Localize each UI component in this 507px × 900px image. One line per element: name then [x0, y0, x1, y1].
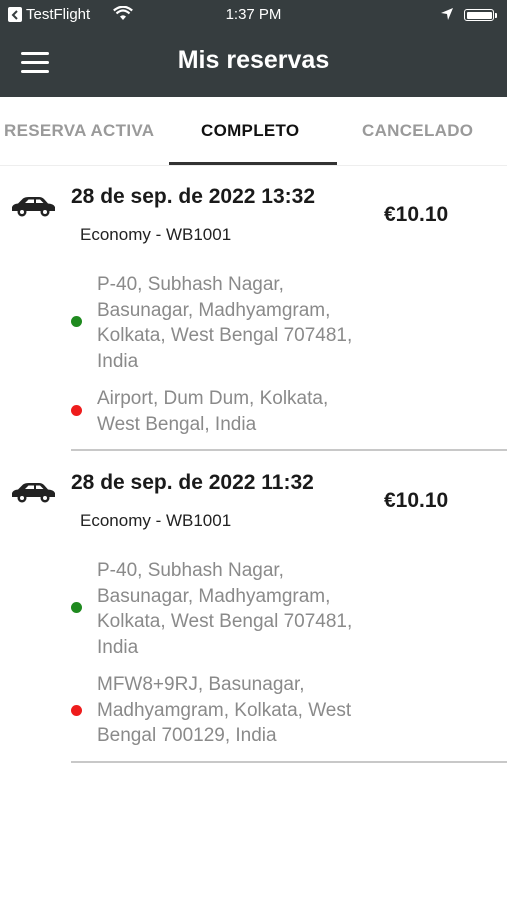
- dropoff-dot: [71, 705, 82, 716]
- battery-tip: [495, 13, 497, 18]
- booking-vehicle: Economy - WB1001: [80, 225, 232, 244]
- car-icon: [12, 483, 55, 503]
- car-icon: [12, 197, 55, 217]
- booking-price: €10.10: [384, 489, 449, 512]
- pickup-address: P-40, Subhash Nagar, Basunagar, Madhyamg…: [97, 560, 353, 658]
- pickup-dot: [71, 316, 82, 327]
- tab-cancelled[interactable]: CANCELADO: [362, 121, 473, 141]
- clock: 1:37 PM: [225, 6, 282, 23]
- booking-price: €10.10: [384, 203, 449, 226]
- dropoff-dot: [71, 405, 82, 416]
- pickup-dot: [71, 602, 82, 613]
- tab-active-booking[interactable]: RESERVA ACTIVA: [4, 121, 154, 141]
- dropoff-address: MFW8+9RJ, Basunagar, Madhyamgram, Kolkat…: [97, 674, 352, 746]
- divider: [71, 761, 507, 763]
- app-header: Mis reservas: [0, 30, 507, 97]
- dropoff-address: Airport, Dum Dum, Kolkata, West Bengal, …: [97, 388, 329, 435]
- status-bar: TestFlight 1:37 PM: [0, 0, 507, 30]
- booking-vehicle: Economy - WB1001: [80, 511, 232, 530]
- tab-bar: RESERVA ACTIVA COMPLETO CANCELADO: [0, 97, 507, 166]
- booking-datetime: 28 de sep. de 2022 13:32: [71, 185, 315, 208]
- booking-datetime: 28 de sep. de 2022 11:32: [71, 471, 314, 494]
- tab-completed[interactable]: COMPLETO: [201, 121, 299, 141]
- pickup-address: P-40, Subhash Nagar, Basunagar, Madhyamg…: [97, 274, 353, 372]
- page-title: Mis reservas: [177, 46, 330, 74]
- booking-card[interactable]: 28 de sep. de 2022 11:32 €10.10 Economy …: [0, 451, 507, 763]
- booking-card[interactable]: 28 de sep. de 2022 13:32 €10.10 Economy …: [0, 165, 507, 451]
- location-arrow-icon: [440, 7, 454, 25]
- battery-icon: [464, 9, 494, 21]
